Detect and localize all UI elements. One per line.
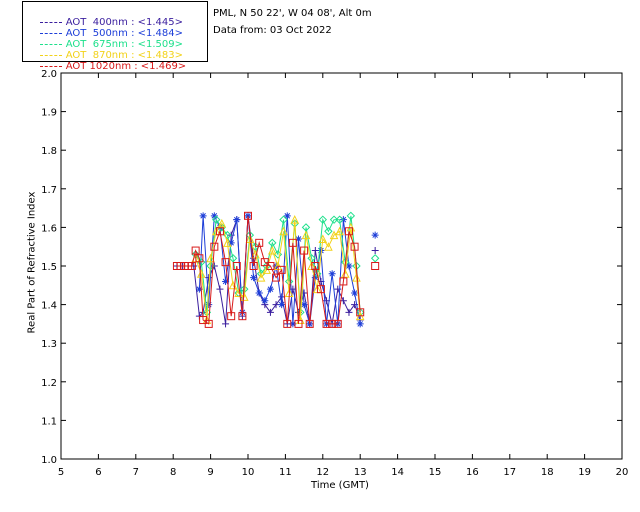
x-tick-label: 20: [616, 467, 629, 478]
y-tick-label: 1.3: [41, 339, 57, 350]
legend-line-icon: [39, 65, 62, 67]
legend: AOT 400nm : <1.445> AOT 500nm : <1.484> …: [22, 1, 208, 72]
diamond-marker: [370, 254, 380, 263]
x-tick-label: 6: [95, 467, 101, 478]
plus-marker: [222, 320, 230, 328]
asterisk-marker: [356, 320, 364, 328]
asterisk-marker: [328, 270, 336, 278]
x-tick-label: 14: [391, 467, 404, 478]
x-tick-label: 18: [541, 467, 554, 478]
data-date: Data from: 03 Oct 2022: [213, 25, 332, 36]
x-tick-label: 12: [316, 467, 329, 478]
y-tick-label: 1.8: [41, 146, 57, 157]
asterisk-marker: [233, 216, 241, 224]
plus-marker: [345, 308, 353, 316]
x-tick-label: 19: [578, 467, 591, 478]
y-tick-label: 1.6: [41, 223, 57, 234]
x-tick-label: 11: [279, 467, 292, 478]
plot-frame: [60, 72, 623, 460]
y-tick-label: 1.0: [41, 455, 57, 466]
asterisk-marker: [266, 285, 274, 293]
square-marker: [371, 262, 380, 270]
legend-item-1020nm: AOT 1020nm : <1.469>: [27, 49, 186, 72]
x-tick-label: 15: [429, 467, 442, 478]
x-tick-label: 13: [354, 467, 367, 478]
x-tick-label: 5: [58, 467, 64, 478]
asterisk-marker: [261, 297, 269, 305]
x-tick-label: 10: [242, 467, 255, 478]
asterisk-marker: [351, 289, 359, 297]
y-axis-label: Real Part of Refractive Index: [26, 191, 38, 334]
y-tick-label: 1.4: [41, 301, 57, 312]
x-tick-label: 9: [207, 467, 213, 478]
y-tick-label: 1.5: [41, 262, 57, 273]
y-tick-label: 1.1: [41, 416, 57, 427]
outlier-markers: [370, 231, 380, 270]
y-tick-label: 1.9: [41, 108, 57, 119]
plus-marker: [266, 308, 274, 316]
site-info: PML, N 50 22', W 04 08', Alt 0m: [213, 8, 372, 19]
x-tick-label: 8: [170, 467, 176, 478]
series-layer: [172, 211, 380, 328]
x-tick-label: 7: [133, 467, 139, 478]
asterisk-marker: [255, 289, 263, 297]
y-tick-label: 1.2: [41, 378, 57, 389]
asterisk-marker: [199, 212, 207, 220]
asterisk-marker: [283, 212, 291, 220]
x-tick-label: 16: [466, 467, 479, 478]
asterisk-marker: [371, 231, 379, 239]
x-tick-label: 17: [503, 467, 516, 478]
chart-canvas: 5 6 7 8 9 10 11 12 13 14 15 16 17 18 19 20 1.0 1.1 1.2 1.3 1…: [41, 69, 629, 478]
plus-marker: [371, 247, 379, 255]
plus-marker: [205, 274, 213, 282]
y-tick-label: 1.7: [41, 185, 57, 196]
x-axis-label: Time (GMT): [311, 480, 369, 491]
plot-border: [60, 72, 623, 460]
legend-label: AOT 1020nm : <1.469>: [65, 61, 187, 72]
plus-marker: [216, 285, 224, 293]
